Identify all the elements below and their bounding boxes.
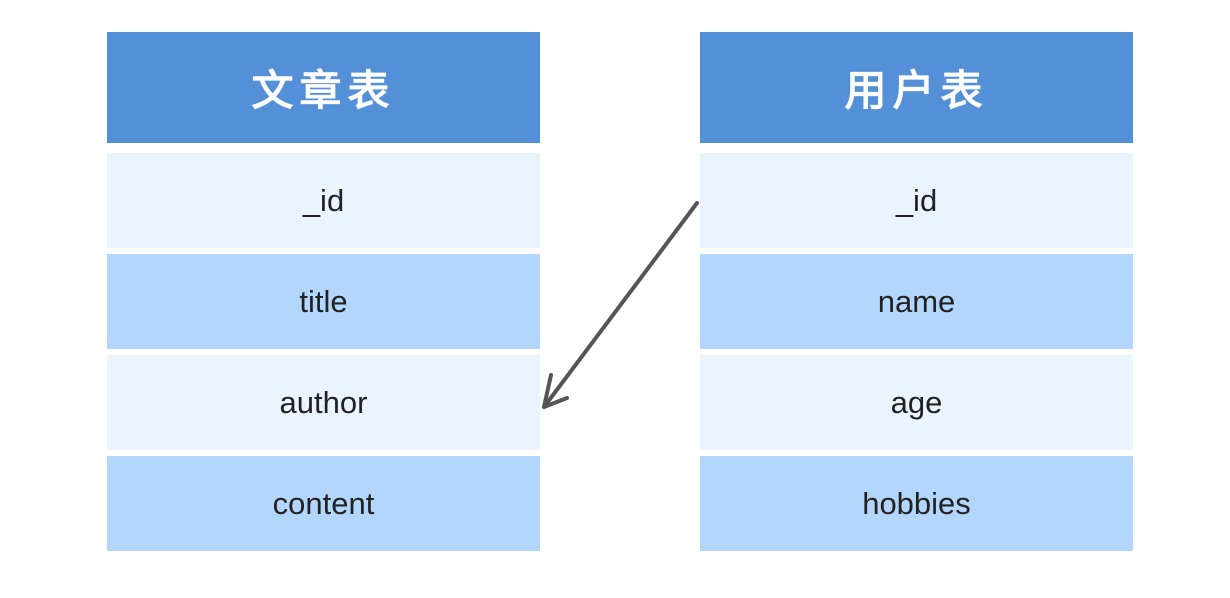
relation-arrowhead (542, 373, 569, 409)
articles-field-id: _id (107, 153, 540, 248)
articles-field-content: content (107, 456, 540, 551)
users-field-name: name (700, 254, 1133, 349)
users-table: 用户表 _id name age hobbies (700, 32, 1133, 551)
users-field-hobbies: hobbies (700, 456, 1133, 551)
articles-field-author: author (107, 355, 540, 450)
users-field-id: _id (700, 153, 1133, 248)
articles-table-title: 文章表 (107, 32, 540, 143)
relation-arrow-line (542, 201, 699, 409)
articles-field-title: title (107, 254, 540, 349)
articles-table: 文章表 _id title author content (107, 32, 540, 551)
users-table-title: 用户表 (700, 32, 1133, 143)
users-field-age: age (700, 355, 1133, 450)
